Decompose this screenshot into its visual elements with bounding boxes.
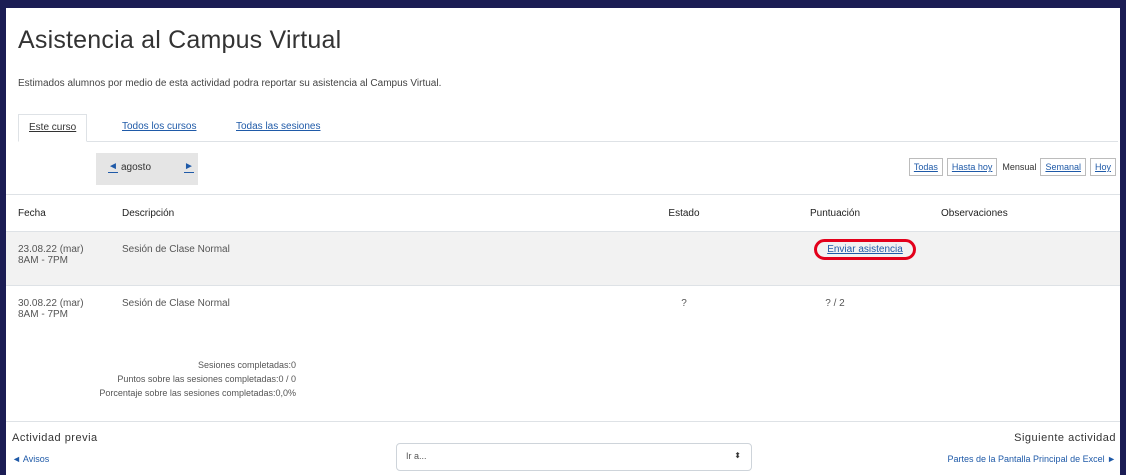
tab-bar: Este curso Todos los cursos Todas las se… — [18, 114, 1118, 142]
view-until-today-button[interactable]: Hasta hoy — [946, 158, 998, 176]
header-estado: Estado — [633, 194, 735, 232]
page-title: Asistencia al Campus Virtual — [18, 26, 342, 54]
session-time: 8AM - 7PM — [18, 309, 69, 320]
session-score: ? / 2 — [735, 285, 935, 349]
sessions-table: Fecha Descripción Estado Puntuación Obse… — [6, 194, 1120, 349]
footer-divider — [6, 421, 1120, 422]
session-score-cell: Enviar asistencia — [735, 231, 935, 286]
session-status — [633, 231, 735, 286]
view-filter-buttons: Todas Hasta hoy Mensual Semanal Hoy — [905, 158, 1116, 176]
next-month-icon[interactable]: ► — [184, 161, 194, 173]
session-description: Sesión de Clase Normal — [121, 231, 633, 286]
page-intro: Estimados alumnos por medio de esta acti… — [18, 78, 442, 89]
session-time: 8AM - 7PM — [18, 255, 69, 266]
header-fecha: Fecha — [6, 194, 121, 232]
header-observaciones: Observaciones — [935, 194, 1120, 232]
previous-activity-link[interactable]: ◄ Avisos — [12, 454, 49, 464]
attendance-page: Asistencia al Campus Virtual Estimados a… — [6, 8, 1120, 475]
session-notes — [935, 285, 1120, 349]
view-monthly-current: Mensual — [1002, 162, 1037, 172]
tab-este-curso[interactable]: Este curso — [18, 114, 88, 142]
session-date-cell: 23.08.22 (mar) 8AM - 7PM — [6, 231, 121, 286]
summary-points: Puntos sobre las sesiones completadas:0 … — [117, 374, 296, 384]
tab-todas-las-sesiones[interactable]: Todas las sesiones — [236, 114, 321, 140]
current-month: agosto — [121, 162, 152, 173]
select-caret-icon: ⬍ — [734, 451, 741, 460]
table-header-row: Fecha Descripción Estado Puntuación Obse… — [6, 194, 1120, 232]
header-puntuacion: Puntuación — [735, 194, 935, 232]
session-date-cell: 30.08.22 (mar) 8AM - 7PM — [6, 285, 121, 349]
header-descripcion: Descripción — [121, 194, 633, 232]
attendance-summary: Sesiones completadas:0 Puntos sobre las … — [6, 358, 296, 400]
jump-to-select[interactable]: Ir a... ⬍ — [396, 443, 752, 471]
tab-todos-los-cursos[interactable]: Todos los cursos — [122, 114, 196, 140]
next-activity-link[interactable]: Partes de la Pantalla Principal de Excel… — [948, 454, 1117, 464]
session-date: 23.08.22 (mar) — [18, 244, 84, 255]
next-activity-label: Siguiente actividad — [1014, 432, 1116, 444]
session-notes — [935, 231, 1120, 286]
view-today-button[interactable]: Hoy — [1089, 158, 1116, 176]
session-date: 30.08.22 (mar) — [18, 298, 84, 309]
view-weekly-button[interactable]: Semanal — [1040, 158, 1086, 176]
jump-to-value: Ir a... — [406, 451, 427, 461]
session-status: ? — [633, 285, 735, 349]
table-row: 23.08.22 (mar) 8AM - 7PM Sesión de Clase… — [6, 231, 1120, 286]
month-navigator: ◄ agosto ► — [96, 153, 198, 185]
prev-month-icon[interactable]: ◄ — [108, 161, 118, 173]
previous-activity-label: Actividad previa — [12, 432, 98, 444]
table-row: 30.08.22 (mar) 8AM - 7PM Sesión de Clase… — [6, 285, 1120, 349]
summary-completed: Sesiones completadas:0 — [197, 360, 296, 370]
view-all-button[interactable]: Todas — [908, 158, 943, 176]
session-description: Sesión de Clase Normal — [121, 285, 633, 349]
summary-percentage: Porcentaje sobre las sesiones completada… — [99, 388, 296, 398]
send-attendance-link[interactable]: Enviar asistencia — [814, 239, 916, 260]
